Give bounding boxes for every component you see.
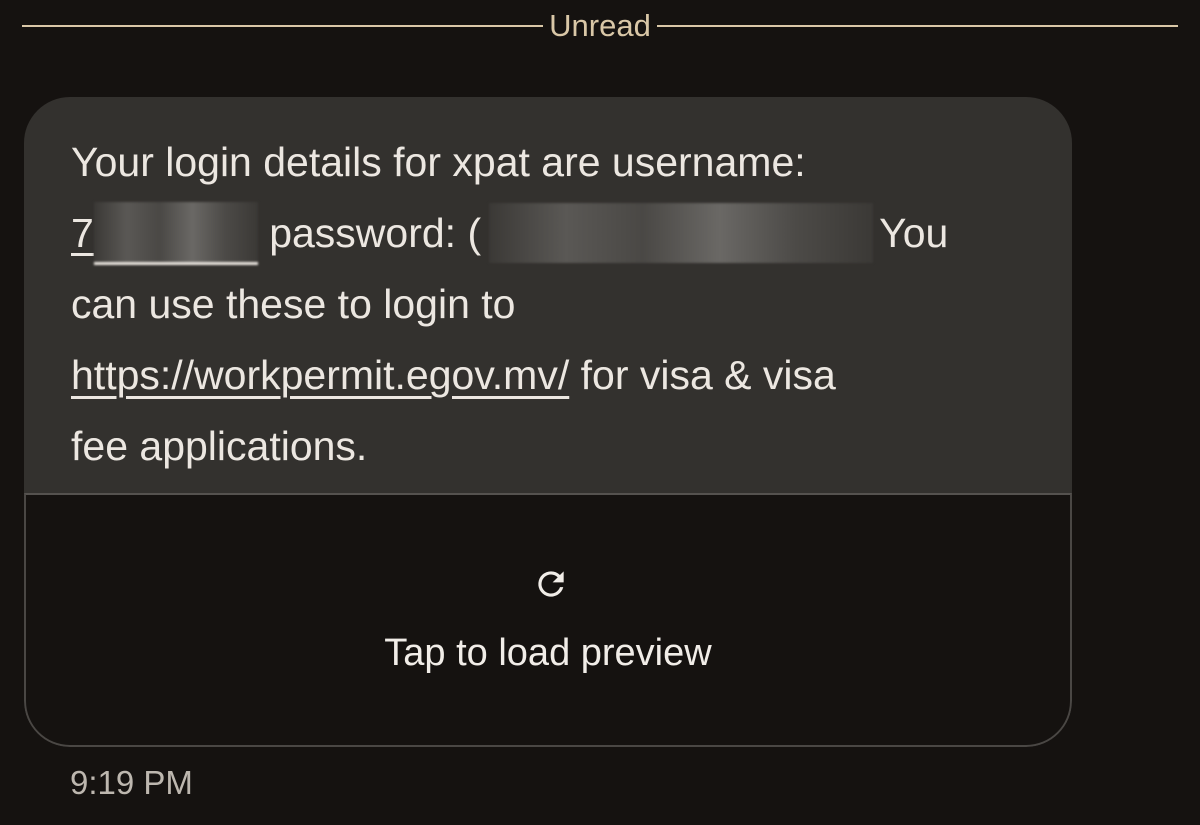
message-line-2-tail: You [879,210,949,256]
message-text: Your login details for xpat are username… [71,127,1031,482]
message-timestamp: 9:19 PM [70,764,193,801]
message-body[interactable]: Your login details for xpat are username… [24,97,1072,493]
password-visible-char: ( [467,210,482,256]
redacted-username [93,201,258,265]
messages-screen: Unread Your login details for xpat are u… [0,0,1200,825]
reload-icon [538,571,564,597]
message-line-4: https://workpermit.egov.mv/ for visa & v… [71,340,1031,411]
tap-to-load-preview-label: Tap to load preview [384,632,712,674]
unread-divider: Unread [22,8,1178,44]
unread-label: Unread [549,8,651,43]
username-visible-char: 7 [71,210,94,256]
message-line-2: 7 password: ( You [71,198,1031,269]
message-line-3: can use these to login to [71,281,516,327]
message-line-4-tail: for visa & visa [569,352,836,398]
divider-line-left [22,25,544,27]
redacted-password [489,203,874,264]
message-line-5: fee applications. [71,423,368,469]
message-line-1: Your login details for xpat are username… [71,139,806,185]
workpermit-link[interactable]: https://workpermit.egov.mv/ [71,352,569,398]
message-bubble[interactable]: Your login details for xpat are username… [24,97,1072,747]
link-preview-card[interactable]: Tap to load preview [24,493,1072,747]
password-label: password: [257,210,468,256]
divider-line-right [656,25,1178,27]
